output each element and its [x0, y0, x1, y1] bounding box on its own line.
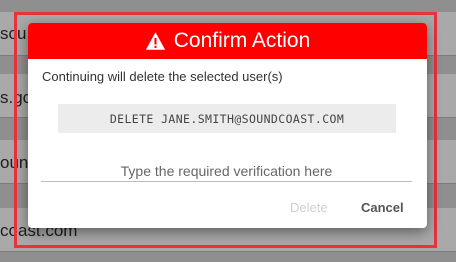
confirm-dialog: Confirm Action Continuing will delete th… — [28, 23, 427, 228]
warning-triangle-icon — [145, 32, 165, 50]
dialog-title: Confirm Action — [173, 29, 311, 52]
delete-button[interactable]: Delete — [286, 198, 332, 217]
verification-input[interactable] — [41, 161, 412, 182]
cancel-button[interactable]: Cancel — [357, 198, 408, 217]
verification-phrase: DELETE JANE.SMITH@SOUNDCOAST.COM — [58, 104, 396, 133]
dialog-header: Confirm Action — [28, 23, 427, 59]
dialog-message: Continuing will delete the selected user… — [42, 69, 283, 84]
